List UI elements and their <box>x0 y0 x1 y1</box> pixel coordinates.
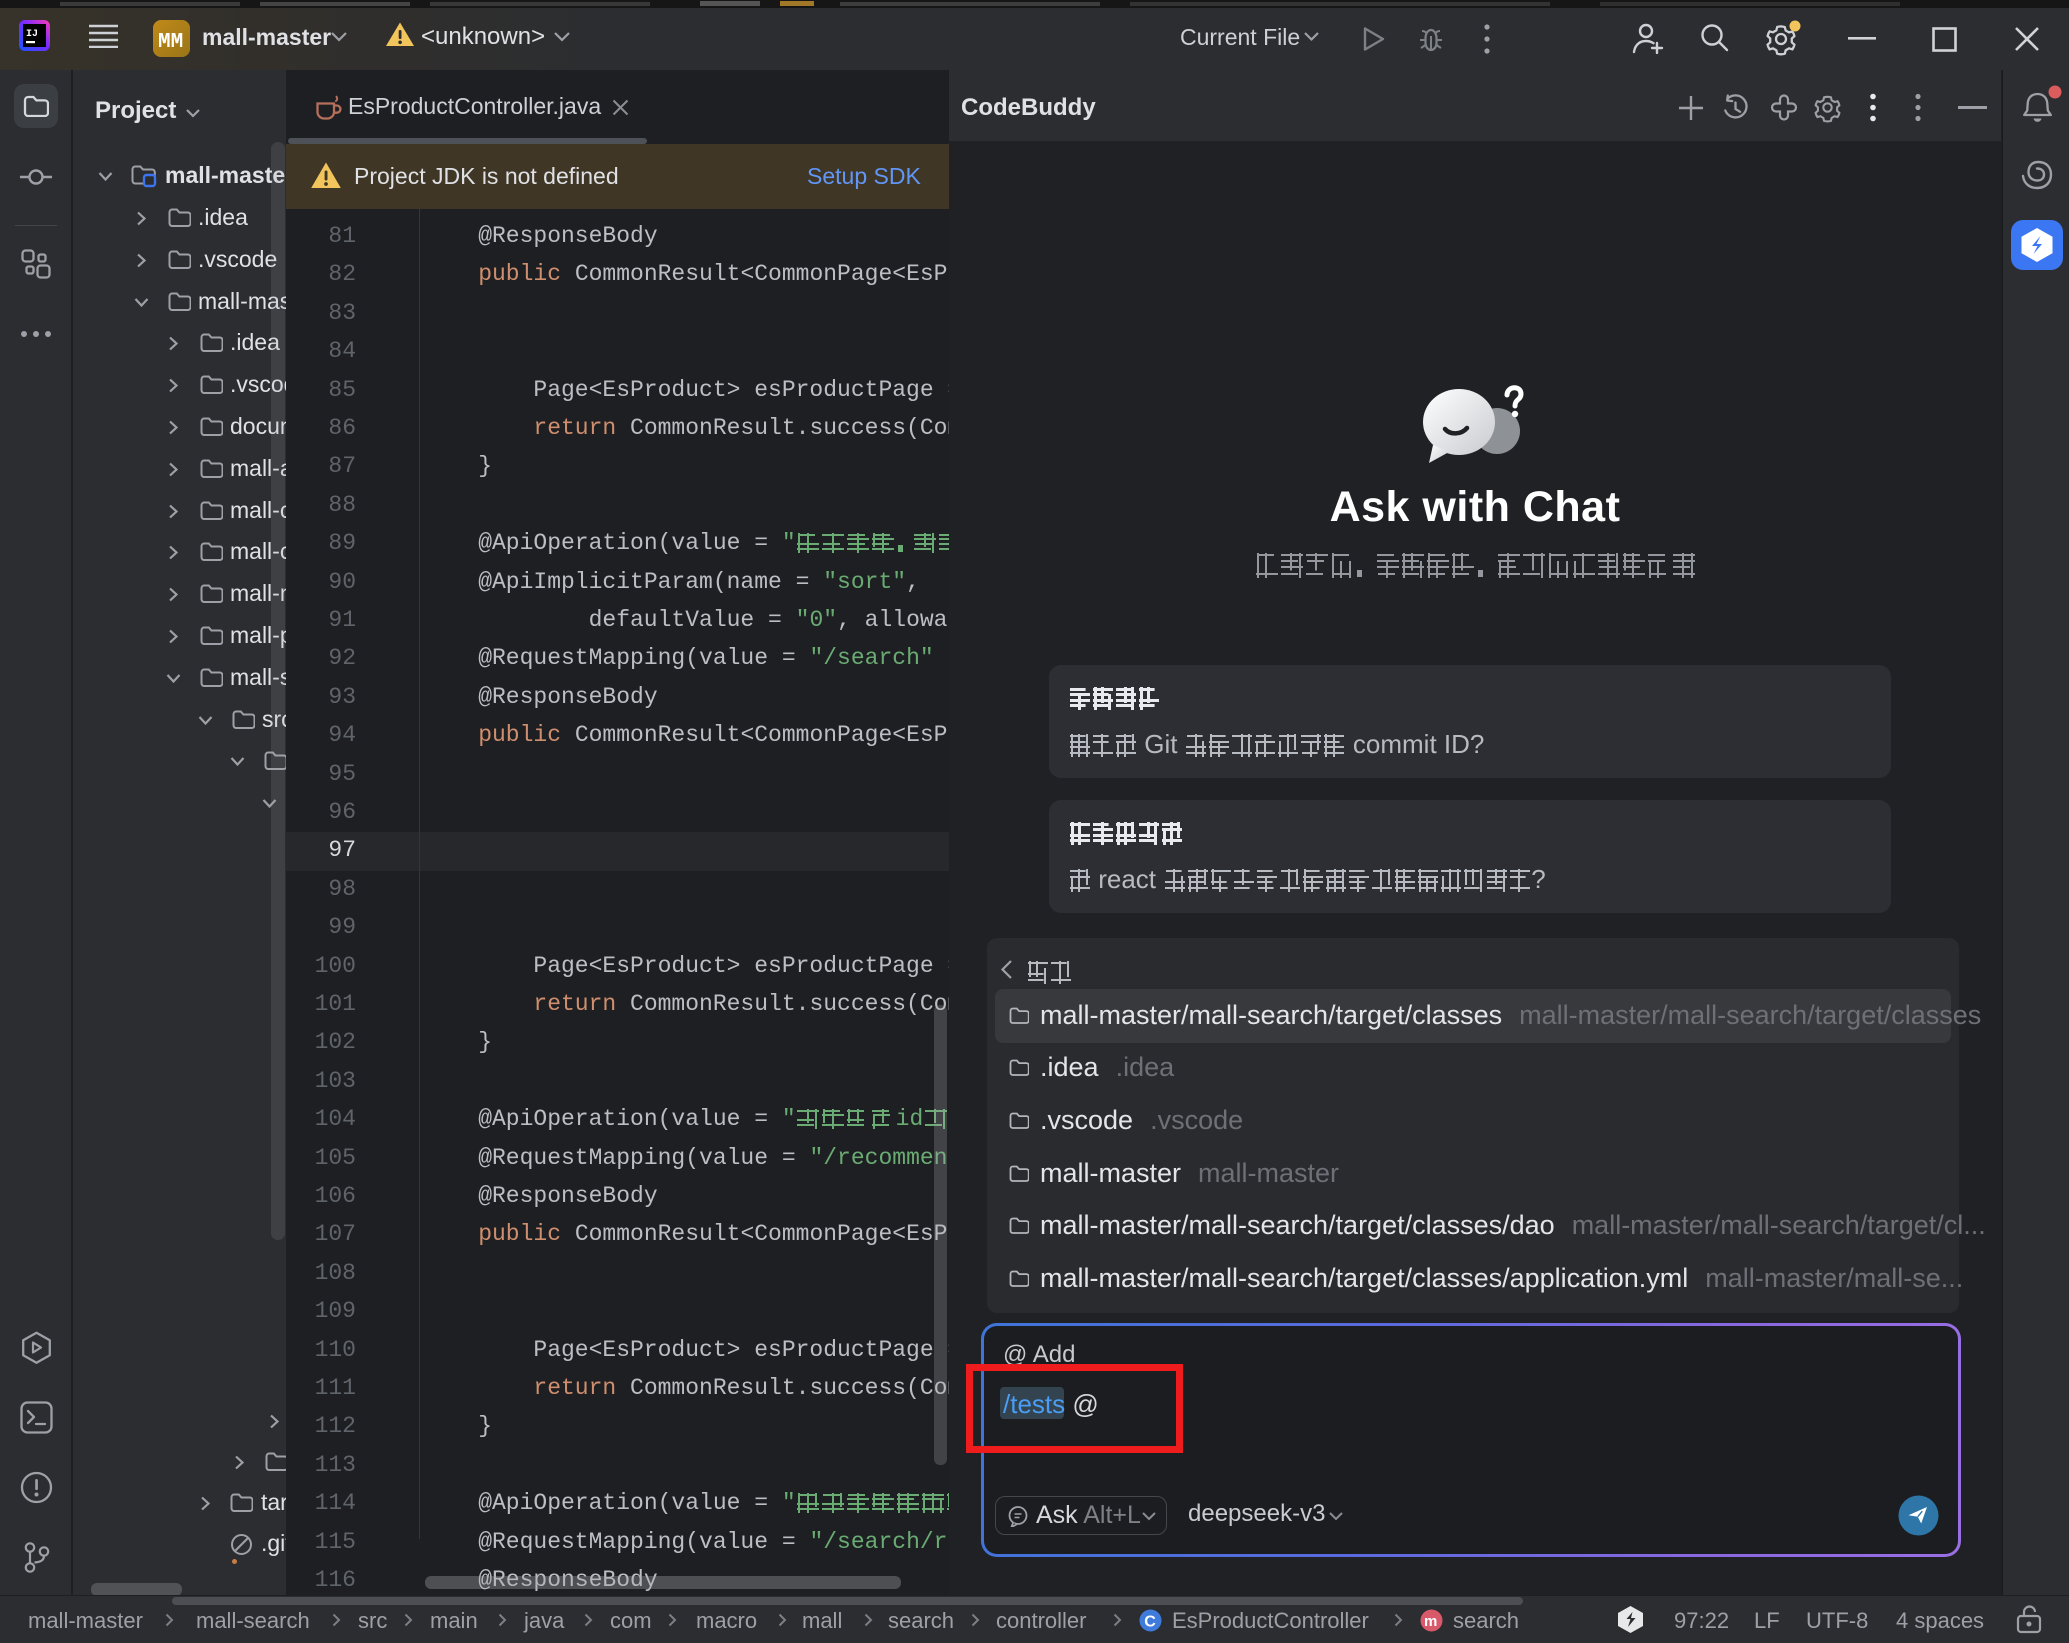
svg-text:m: m <box>1424 1613 1437 1630</box>
svg-text:MM: MM <box>158 31 183 54</box>
svg-text:C: C <box>1144 1614 1156 1631</box>
svg-text:IJ: IJ <box>26 29 38 40</box>
